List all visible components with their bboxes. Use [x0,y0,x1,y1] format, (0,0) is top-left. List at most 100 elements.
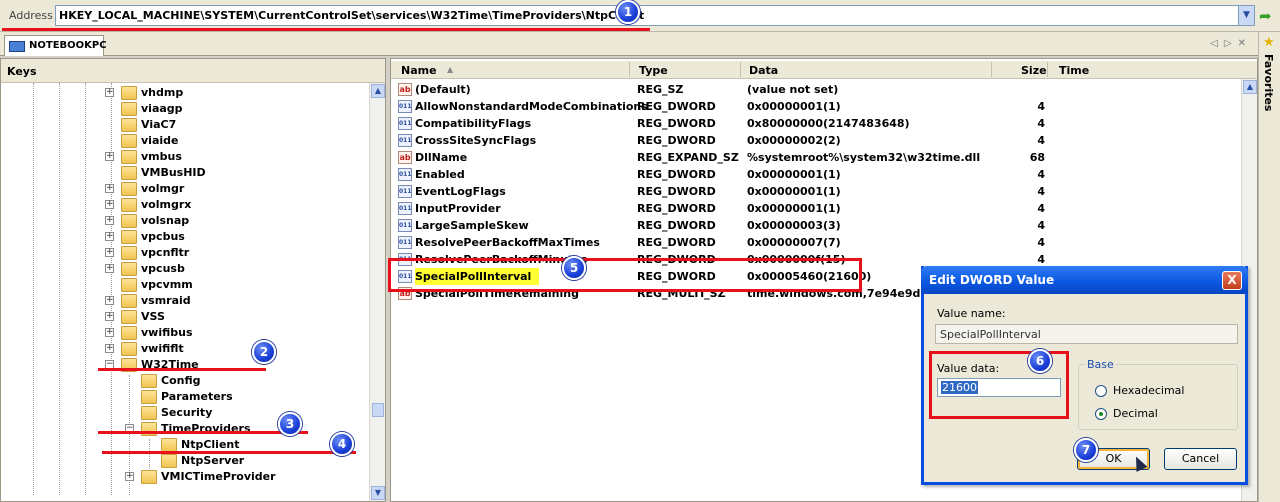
expand-icon[interactable]: + [125,472,134,481]
tree-item-config[interactable]: Config [1,373,369,389]
scroll-up-button[interactable]: ▲ [1243,80,1257,94]
folder-icon [121,150,137,164]
folder-icon [121,118,137,132]
keys-header: Keys [1,59,385,83]
expand-icon[interactable]: + [105,296,114,305]
tree-item-label: vpcnfltr [141,246,190,259]
tree-item-vpcusb[interactable]: + vpcusb [1,261,369,277]
value-row[interactable]: 011 AllowNonstandardModeCombinations REG_D… [391,98,1257,115]
cancel-button[interactable]: Cancel [1164,448,1237,470]
tree-item-parameters[interactable]: Parameters [1,389,369,405]
dialog-titlebar[interactable]: Edit DWORD Value X [921,266,1248,294]
value-row[interactable]: 011 Enabled REG_DWORD 0x00000001(1) 4 [391,166,1257,183]
tree-item-vpcnfltr[interactable]: + vpcnfltr [1,245,369,261]
expand-icon[interactable]: + [105,264,114,273]
tree-item-vss[interactable]: + VSS [1,309,369,325]
tree-item-vpcvmm[interactable]: vpcvmm [1,277,369,293]
decimal-radio[interactable] [1095,408,1107,420]
binary-value-icon: 011 [398,117,412,130]
folder-icon [161,454,177,468]
scroll-thumb[interactable] [372,403,384,417]
folder-icon [141,406,157,420]
value-size: 4 [1037,100,1045,113]
folder-icon [121,342,137,356]
column-time[interactable]: Time [1059,64,1089,77]
tree-item-vmictimeprovider[interactable]: + VMICTimeProvider [1,469,369,485]
keys-scrollbar[interactable]: ▲ ▼ [369,83,385,501]
tree-item-label: vpcusb [141,262,185,275]
tab-notebookpc[interactable]: NOTEBOOKPC [4,35,107,56]
star-icon: ★ [1263,35,1275,50]
column-divider[interactable] [629,62,630,77]
expand-icon[interactable]: + [105,152,114,161]
tree-item-vpcbus[interactable]: + vpcbus [1,229,369,245]
column-data[interactable]: Data [749,64,778,77]
scroll-up-button[interactable]: ▲ [371,84,385,98]
tree-item-label: VMBusHID [141,166,206,179]
expand-icon[interactable]: + [105,200,114,209]
expand-icon[interactable]: + [105,344,114,353]
address-input[interactable]: HKEY_LOCAL_MACHINE\SYSTEM\CurrentControl… [55,5,1255,26]
tree-item-timeproviders[interactable]: − TimeProviders [1,421,369,437]
tree-item-label: vpcbus [141,230,185,243]
tree-item-security[interactable]: Security [1,405,369,421]
folder-icon [121,262,137,276]
tab-nav-icons[interactable]: ◁▷✕ [1210,38,1252,49]
expand-icon[interactable]: + [105,88,114,97]
value-row[interactable]: 011 LargeSampleSkew REG_DWORD 0x00000003(3)… [391,217,1257,234]
column-type[interactable]: Type [639,64,668,77]
expand-icon[interactable]: + [105,184,114,193]
value-name: CrossSiteSyncFlags [415,134,537,147]
value-row[interactable]: 011 CrossSiteSyncFlags REG_DWORD 0x00000002… [391,132,1257,149]
expand-icon[interactable]: + [105,328,114,337]
scroll-down-button[interactable]: ▼ [371,486,385,500]
value-size: 4 [1037,219,1045,232]
chevron-down-icon[interactable]: ▼ [1238,6,1254,25]
tree-item-vmbushid[interactable]: VMBusHID [1,165,369,181]
tree-item-ntpserver[interactable]: NtpServer [1,453,369,469]
tree-item-volmgr[interactable]: + volmgr [1,181,369,197]
value-row[interactable]: 011 EventLogFlags REG_DWORD 0x00000001(1) 4 [391,183,1257,200]
value-row[interactable]: 011 InputProvider REG_DWORD 0x00000001(1) 4 [391,200,1257,217]
expand-icon[interactable]: + [105,216,114,225]
tree-item-viaide[interactable]: viaide [1,133,369,149]
value-name: AllowNonstandardModeCombinations [415,100,648,113]
tree-item-vhdmp[interactable]: + vhdmp [1,85,369,101]
value-row[interactable]: ab (Default) REG_SZ (value not set) [391,81,1257,98]
binary-value-icon: 011 [398,185,412,198]
expand-icon[interactable]: + [105,232,114,241]
tree-item-vwififlt[interactable]: + vwififlt [1,341,369,357]
tree-item-label: VMICTimeProvider [161,470,276,483]
column-divider[interactable] [991,62,992,77]
tree-item-viaagp[interactable]: viaagp [1,101,369,117]
column-size[interactable]: Size [1021,64,1047,77]
hexadecimal-label[interactable]: Hexadecimal [1113,384,1184,397]
value-type: REG_DWORD [637,168,716,181]
expand-icon[interactable]: + [105,248,114,257]
favorites-panel[interactable]: ★ Favorites [1258,32,1280,502]
tree-item-viac7[interactable]: ViaC7 [1,117,369,133]
tree-item-volmgrx[interactable]: + volmgrx [1,197,369,213]
go-arrow-icon[interactable]: ➦ [1259,7,1272,25]
keys-panel: Keys + vhdmp viaagp ViaC7 viaide + vmbus VMBusH… [0,58,386,502]
computer-icon [9,41,25,52]
value-name: CompatibilityFlags [415,117,532,130]
column-name[interactable]: Name [401,64,437,77]
value-name-label: Value name: [937,307,1006,320]
tree-item-volsnap[interactable]: + volsnap [1,213,369,229]
column-divider[interactable] [1047,62,1048,77]
tree-item-vmbus[interactable]: + vmbus [1,149,369,165]
expand-icon[interactable]: + [105,312,114,321]
column-divider[interactable] [740,62,741,77]
hexadecimal-radio[interactable] [1095,385,1107,397]
decimal-label[interactable]: Decimal [1113,407,1158,420]
tree-item-vwifibus[interactable]: + vwifibus [1,325,369,341]
close-button[interactable]: X [1222,271,1242,290]
value-row[interactable]: ab DllName REG_EXPAND_SZ %systemroot%\syste… [391,149,1257,166]
value-row[interactable]: 011 ResolvePeerBackoffMaxTimes REG_DWORD 0x… [391,234,1257,251]
folder-icon [121,294,137,308]
binary-value-icon: 011 [398,236,412,249]
value-row[interactable]: 011 CompatibilityFlags REG_DWORD 0x80000000… [391,115,1257,132]
tree-item-vsmraid[interactable]: + vsmraid [1,293,369,309]
tree-item-label: NtpClient [181,438,240,451]
